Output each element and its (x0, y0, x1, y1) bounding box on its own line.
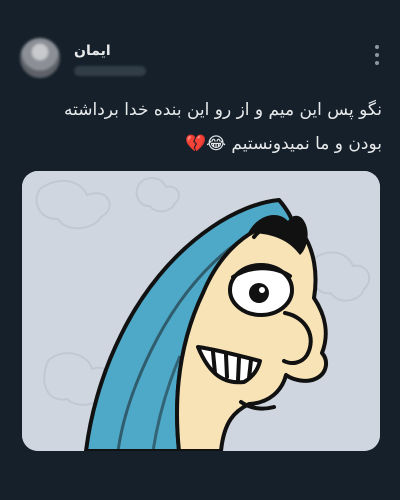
author-handle-blurred (74, 66, 146, 76)
pupil (249, 283, 269, 303)
tweet-card: ایمان نگو پس این میم و از رو این بنده خد… (0, 0, 400, 500)
meme-illustration (22, 171, 380, 451)
avatar[interactable] (20, 38, 60, 78)
author-name[interactable]: ایمان (74, 43, 111, 59)
tweet-text: نگو پس این میم و از رو این بنده خدا بردا… (64, 100, 382, 154)
more-vertical-icon-dot-3 (375, 61, 379, 65)
more-vertical-icon (375, 45, 379, 49)
more-vertical-icon-dot-2 (375, 53, 379, 57)
eye-highlight (259, 287, 265, 293)
tweet-image[interactable] (22, 171, 380, 451)
more-options-button[interactable] (372, 41, 382, 69)
